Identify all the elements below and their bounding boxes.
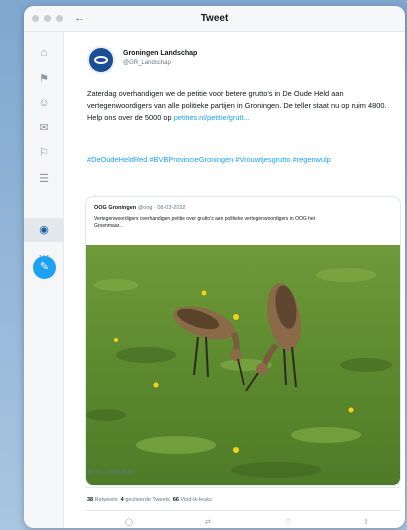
notifications-icon[interactable]: ⚑ <box>37 72 51 86</box>
reply-icon[interactable]: ◯ <box>125 518 133 526</box>
lists-icon[interactable]: ☰ <box>37 172 51 186</box>
tweet-actions: ◯ ⇄ ♡ ⇧ <box>85 518 401 528</box>
compose-icon[interactable]: ✎ <box>33 256 56 279</box>
profile-icon[interactable]: ☺ <box>37 96 51 110</box>
quoted-author-handle: @oog <box>137 205 153 211</box>
tweet-detail: Groningen Landschap @GR_Landschap Zaterd… <box>65 32 405 528</box>
tweet-timestamp[interactable]: 19:10 · 09-03-2022 <box>87 470 134 476</box>
retweet-icon[interactable]: ⇄ <box>205 518 211 526</box>
tweet-stats: 38 Retweets 4 geciteerde Tweets 66 Vind-… <box>87 497 212 503</box>
avatar[interactable] <box>87 46 115 74</box>
divider <box>85 487 401 488</box>
quoted-tweet-header: OOG Groningen @oog · 08-03-2022 <box>94 205 186 211</box>
quoted-tweet-text: Vertegenwoordigers overhandigen petitie … <box>94 216 316 229</box>
sidebar: ⌂ ⚑ ☺ ✉ ⚐ ☰ ◉ ⋯ ✎ <box>24 32 64 528</box>
author-handle[interactable]: @GR_Landschap <box>123 60 171 66</box>
messages-icon[interactable]: ✉ <box>37 121 51 135</box>
quoted-date: · 08-03-2022 <box>154 205 186 211</box>
retweets-count[interactable]: 38 <box>87 497 93 503</box>
share-icon[interactable]: ⇧ <box>363 518 369 526</box>
likes-label[interactable]: Vind-ik-leuks <box>181 497 212 503</box>
home-icon[interactable]: ⌂ <box>37 46 51 60</box>
window-title: Tweet <box>200 13 229 24</box>
likes-count[interactable]: 66 <box>173 497 179 503</box>
quoted-tweet[interactable]: OOG Groningen @oog · 08-03-2022 Vertegen… <box>85 196 401 486</box>
bookmarks-icon[interactable]: ⚐ <box>37 146 51 160</box>
quoted-author-name: OOG Groningen <box>94 205 137 211</box>
like-icon[interactable]: ♡ <box>285 518 291 526</box>
quotes-label[interactable]: geciteerde Tweets <box>125 497 170 503</box>
author-name[interactable]: Groningen Landschap <box>123 50 197 57</box>
tweet-text: Zaterdag overhandigen we de petitie voor… <box>87 88 399 124</box>
title-bar: ← Tweet <box>24 6 405 32</box>
search-icon[interactable]: ◉ <box>37 223 51 237</box>
tweet-link[interactable]: petities.nl/petitie/grutt... <box>174 113 250 122</box>
app-window: ← Tweet ⌂ ⚑ ☺ ✉ ⚐ ☰ ◉ ⋯ ✎ Groningen Land… <box>24 6 405 528</box>
retweets-label[interactable]: Retweets <box>95 497 118 503</box>
godwit-photo[interactable] <box>86 245 401 486</box>
eye-logo-icon <box>94 56 108 64</box>
tweet-hashtags[interactable]: #DeOudeHeldRed #BVBProvincieGroningen #V… <box>87 154 387 166</box>
divider <box>85 510 401 511</box>
quotes-count[interactable]: 4 <box>121 497 124 503</box>
